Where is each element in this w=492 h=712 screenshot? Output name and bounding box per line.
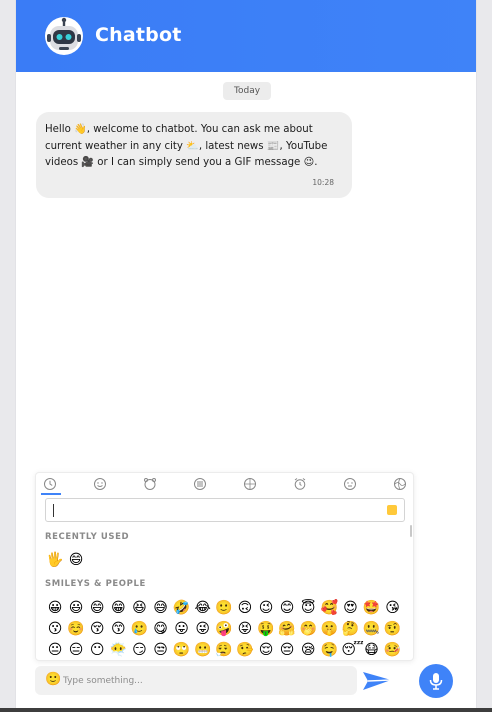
emoji-cell[interactable]: 😘	[384, 599, 402, 617]
emoji-cell[interactable]: 😬	[194, 641, 212, 659]
emoji-cell[interactable]: 😜	[194, 620, 212, 638]
message-input[interactable]	[63, 670, 343, 691]
emoji-cell[interactable]: 🤨	[384, 620, 402, 638]
text-caret	[53, 504, 54, 517]
microphone-button[interactable]	[419, 664, 453, 698]
clock-icon[interactable]	[43, 477, 57, 491]
emoji-cell[interactable]: 😴	[341, 641, 363, 659]
emoji-cell[interactable]: 🤒	[384, 641, 402, 659]
emoji-cell[interactable]: ☺️	[67, 620, 85, 638]
wink-icon: 😉	[303, 157, 315, 168]
emoji-cell[interactable]: 😂	[194, 599, 212, 617]
chat-header: Chatbot	[16, 0, 476, 72]
emoji-cell[interactable]: 🤣	[173, 599, 191, 617]
emoji-cell[interactable]: 😛	[173, 620, 191, 638]
emoji-cell[interactable]: 😐	[46, 641, 64, 659]
emoji-cell[interactable]: 😗	[46, 620, 64, 638]
emoji-cell[interactable]: 🥲	[130, 620, 148, 638]
emoji-cell[interactable]: 😁	[109, 599, 127, 617]
emoji-cell[interactable]: 🤥	[236, 641, 254, 659]
emoji-toggle-icon[interactable]: 🙂	[45, 672, 61, 688]
emoji-cell[interactable]: 😶‍🌫️	[109, 641, 127, 659]
lightbulb-category-icon[interactable]	[343, 477, 357, 491]
waving-hand-icon: 👋	[74, 124, 87, 135]
emoji-raised-hand[interactable]: 🖐	[46, 551, 64, 569]
screen-bottom-edge	[0, 708, 492, 712]
emoji-cell[interactable]: 😚	[88, 620, 106, 638]
emoji-cell[interactable]: 😒	[152, 641, 170, 659]
emoji-category-bar	[36, 473, 413, 497]
emoji-cell[interactable]: 🤐	[363, 620, 381, 638]
send-icon[interactable]	[362, 669, 392, 693]
food-category-icon[interactable]	[193, 477, 207, 491]
emoji-cell[interactable]: 😀	[46, 599, 64, 617]
bot-message-bubble: Hello 👋, welcome to chatbot. You can ask…	[36, 112, 352, 198]
emoji-cell[interactable]: 😊	[278, 599, 296, 617]
emoji-cell[interactable]: 🤪	[215, 620, 233, 638]
sun-cloud-icon: ⛅	[186, 140, 199, 152]
emoji-cell[interactable]: 🤩	[363, 599, 381, 617]
emoji-cell[interactable]: 😮‍💨	[215, 641, 233, 659]
emoji-cell[interactable]: 😌	[257, 641, 275, 659]
header-title: Chatbot	[95, 24, 182, 46]
emoji-cell[interactable]: 🤭	[299, 620, 317, 638]
emoji-cell[interactable]: 😆	[130, 599, 148, 617]
smiley-category-icon[interactable]	[93, 477, 107, 491]
newspaper-icon: 📰	[266, 140, 280, 152]
emoji-picker: RECENTLY USED 🖐 😄 SMILEYS & PEOPLE 😀 😃 😄 😁 😆…	[35, 472, 414, 661]
ball-category-icon[interactable]	[243, 477, 257, 491]
smileys-people-title: SMILEYS & PEOPLE	[45, 579, 146, 589]
emoji-cell[interactable]: 🤤	[320, 641, 338, 659]
emoji-cell[interactable]: 🤗	[278, 620, 296, 638]
emoji-cell[interactable]: 🤫	[320, 620, 338, 638]
alarm-clock-icon[interactable]	[293, 477, 307, 491]
emoji-cell[interactable]: 😪	[299, 641, 317, 659]
emoji-cell[interactable]: 😉	[257, 599, 275, 617]
emoji-cell[interactable]: 😋	[152, 620, 170, 638]
message-timestamp: 10:28	[312, 178, 334, 187]
message-text: Hello 👋, welcome to chatbot. You can ask…	[45, 124, 328, 168]
flag-category-icon[interactable]	[393, 477, 407, 491]
emoji-cell[interactable]: 😑	[67, 641, 85, 659]
emoji-cell[interactable]: 😙	[109, 620, 127, 638]
emoji-cell[interactable]: 😔	[278, 641, 296, 659]
date-separator: Today	[223, 82, 272, 100]
emoji-cell[interactable]: 😇	[299, 599, 317, 617]
emoji-cell[interactable]: 😃	[67, 599, 85, 617]
emoji-cell[interactable]: 😍	[341, 599, 359, 617]
emoji-cell[interactable]: 😅	[152, 599, 170, 617]
emoji-grinning-face[interactable]: 😄	[67, 551, 85, 569]
emoji-cell[interactable]: 🤔	[341, 620, 359, 638]
emoji-cell[interactable]: 😶	[88, 641, 106, 659]
microphone-icon	[429, 673, 443, 690]
skin-tone-selector[interactable]	[387, 505, 397, 515]
chat-window: Chatbot Today Hello 👋, welcome to chatbo…	[15, 0, 477, 708]
emoji-search-input[interactable]	[45, 498, 405, 522]
emoji-cell[interactable]: 🙂	[215, 599, 233, 617]
emoji-cell[interactable]: 🙃	[236, 599, 254, 617]
emoji-cell[interactable]: 🙄	[173, 641, 191, 659]
active-category-indicator	[41, 493, 61, 495]
movie-camera-icon: 🎥	[81, 157, 95, 168]
emoji-cell[interactable]: 🤑	[257, 620, 275, 638]
emoji-list-scrollbar[interactable]	[410, 525, 412, 537]
recently-used-title: RECENTLY USED	[45, 532, 130, 542]
emoji-cell[interactable]: 😝	[236, 620, 254, 638]
robot-icon	[45, 17, 83, 55]
emoji-cell[interactable]: 😄	[88, 599, 106, 617]
animal-category-icon[interactable]	[143, 477, 157, 491]
emoji-cell[interactable]: 😷	[363, 641, 381, 659]
emoji-cell[interactable]: 🥰	[320, 599, 338, 617]
message-composer: 🙂	[35, 666, 357, 695]
emoji-cell[interactable]: 😏	[130, 641, 148, 659]
